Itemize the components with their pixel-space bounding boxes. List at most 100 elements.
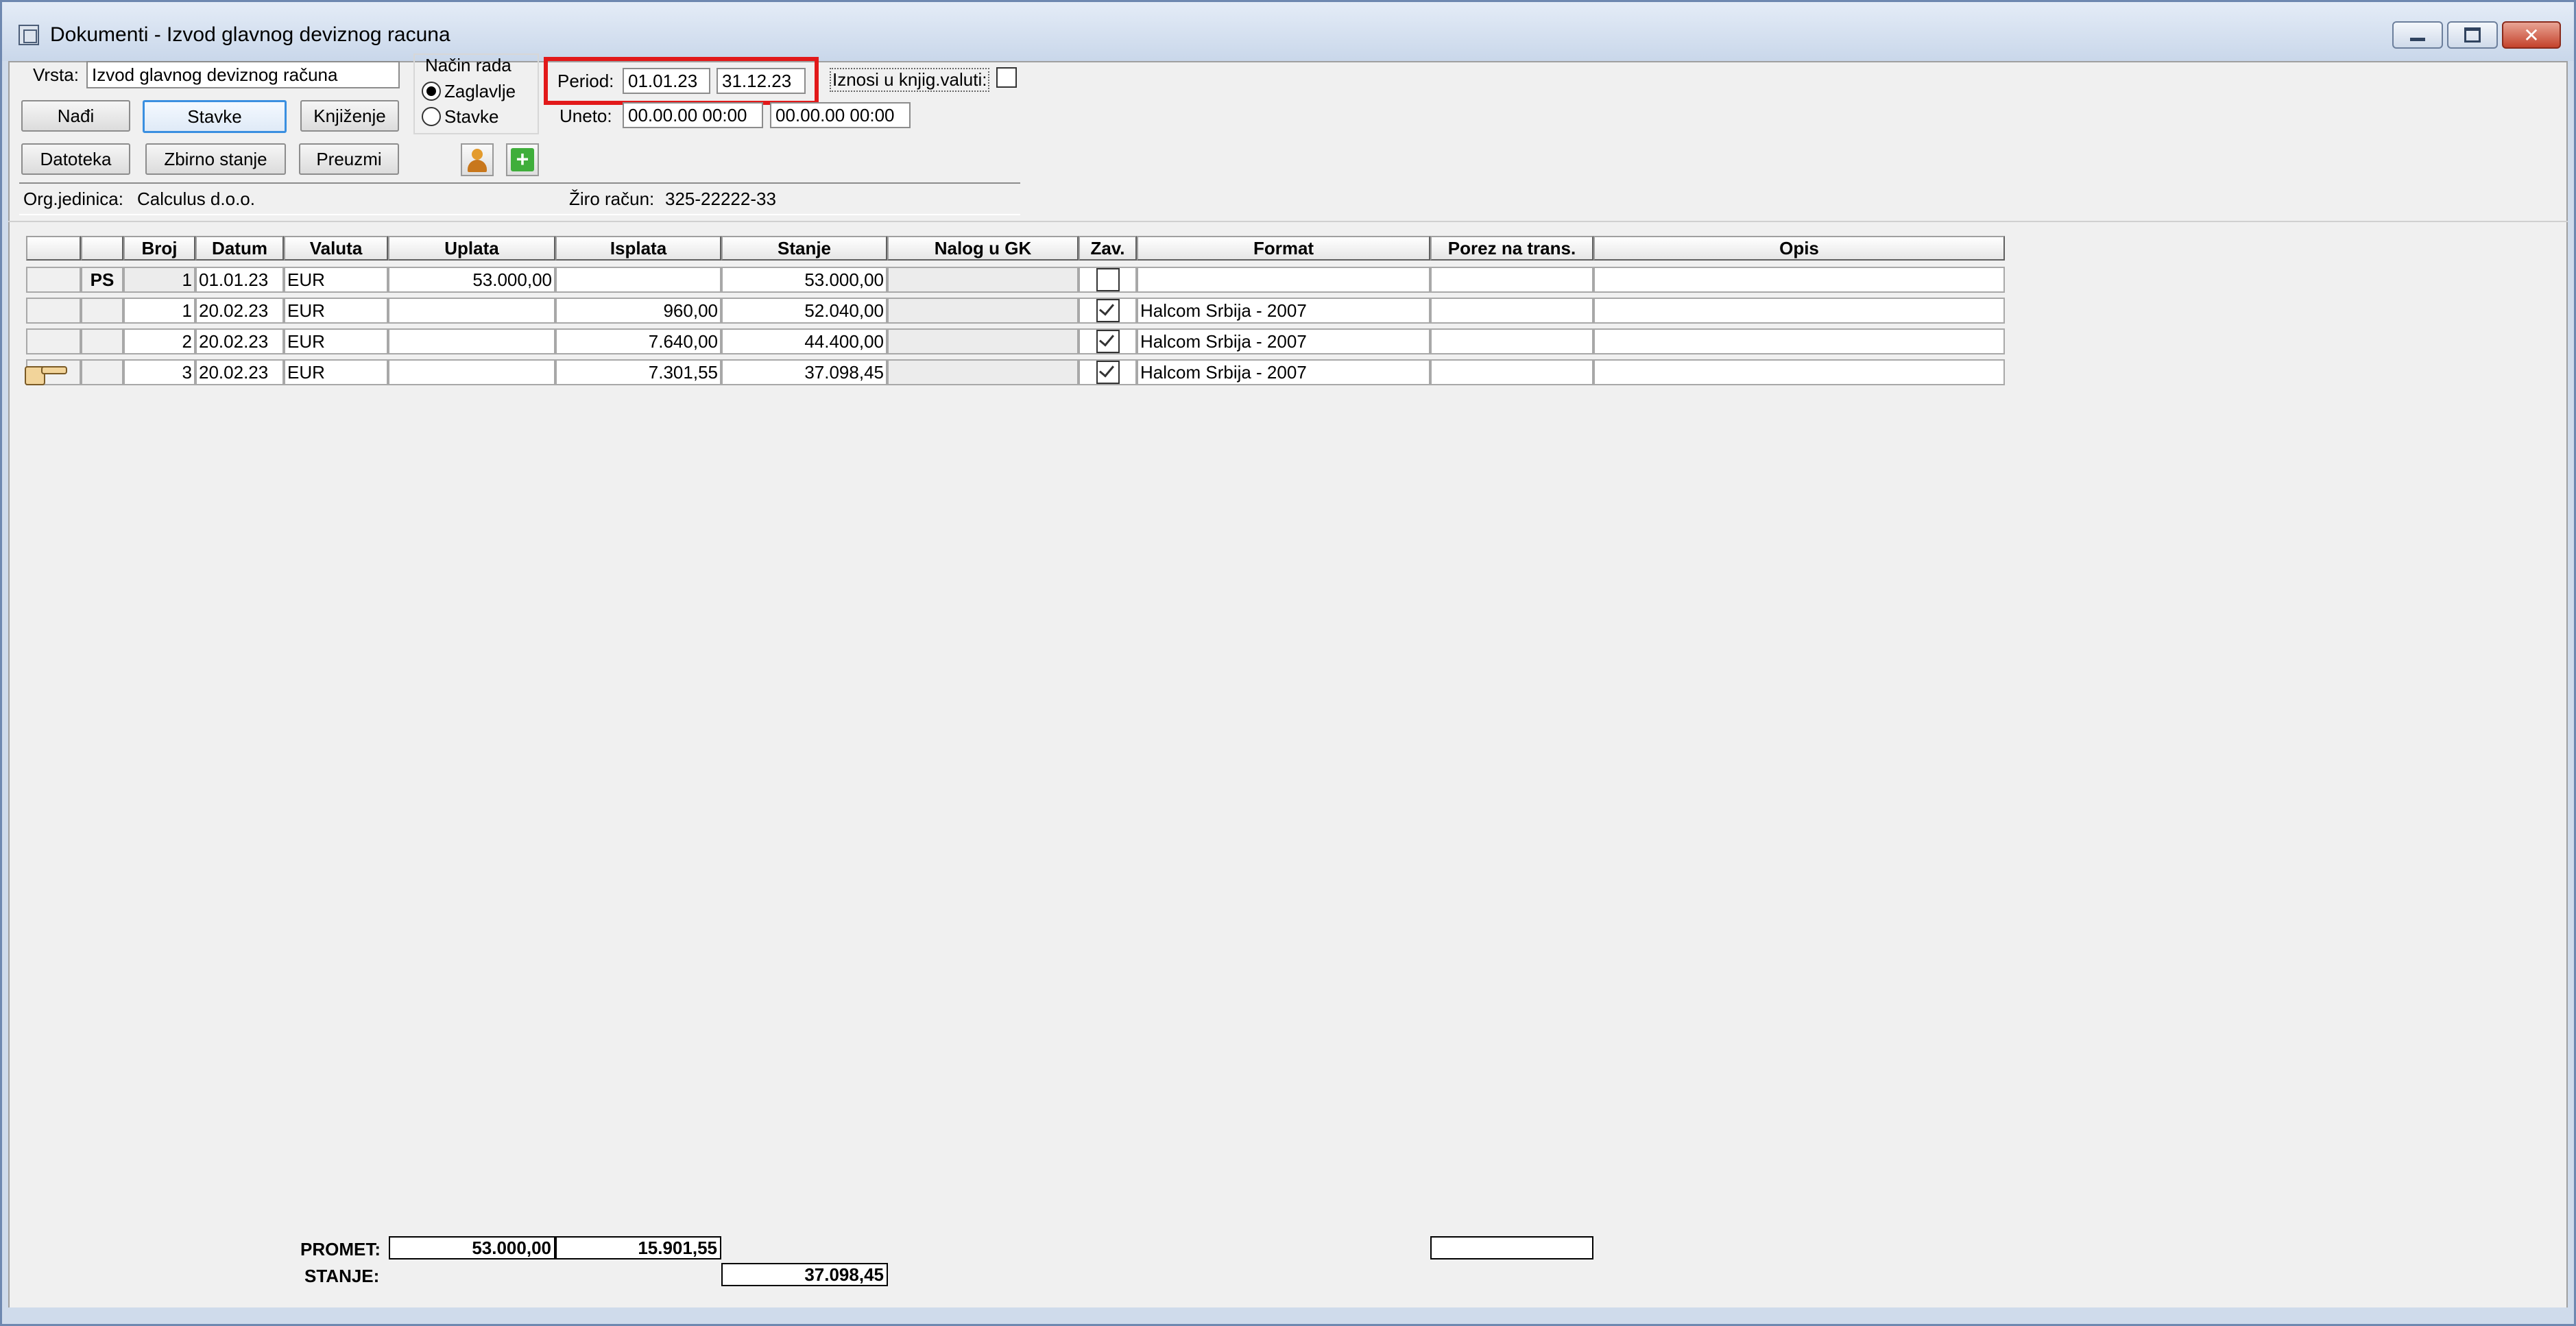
- cell-broj[interactable]: 2: [123, 328, 195, 354]
- row-marker: [81, 298, 123, 324]
- column-header-format[interactable]: Format: [1137, 236, 1430, 261]
- cell-datum[interactable]: 01.01.23: [195, 267, 284, 293]
- column-header-uplata[interactable]: Uplata: [388, 236, 555, 261]
- cell-opis[interactable]: [1593, 359, 2005, 385]
- cell-valuta[interactable]: EUR: [284, 328, 388, 354]
- cell-valuta[interactable]: EUR: [284, 298, 388, 324]
- cell-stanje[interactable]: 53.000,00: [721, 267, 887, 293]
- nadji-button[interactable]: Nađi: [21, 100, 130, 132]
- ziro-label: Žiro račun:: [569, 189, 655, 209]
- column-header-datum[interactable]: Datum: [195, 236, 284, 261]
- cell-valuta[interactable]: EUR: [284, 267, 388, 293]
- column-header-broj[interactable]: Broj: [123, 236, 195, 261]
- mode-items-radio[interactable]: [422, 107, 441, 126]
- cell-opis[interactable]: [1593, 328, 2005, 354]
- grid-marker-header: [81, 236, 123, 261]
- zav-checkbox[interactable]: [1096, 299, 1120, 322]
- zav-checkbox[interactable]: [1096, 361, 1120, 384]
- stanje-label: STANJE:: [304, 1266, 380, 1286]
- cell-broj[interactable]: 3: [123, 359, 195, 385]
- iznosi-checkbox[interactable]: [996, 67, 1017, 88]
- row-indicator[interactable]: [26, 298, 81, 324]
- cell-uplata[interactable]: [388, 298, 555, 324]
- mode-header-radio[interactable]: [422, 82, 441, 101]
- mode-items-label[interactable]: Stavke: [444, 106, 499, 128]
- person-info-icon[interactable]: [461, 143, 494, 176]
- zav-checkbox[interactable]: [1096, 330, 1120, 353]
- maximize-button[interactable]: [2447, 21, 2498, 49]
- window-icon[interactable]: [19, 25, 39, 45]
- promet-porez: [1430, 1236, 1593, 1259]
- cell-datum[interactable]: 20.02.23: [195, 298, 284, 324]
- uneto-to-field[interactable]: 00.00.00 00:00: [770, 102, 911, 128]
- cell-porez[interactable]: [1430, 298, 1593, 324]
- stavke-button[interactable]: Stavke: [143, 100, 287, 133]
- iznosi-label[interactable]: Iznosi u knjig.valuti:: [830, 68, 990, 92]
- vrsta-field[interactable]: Izvod glavnog deviznog računa: [86, 61, 400, 88]
- title-bar[interactable]: Dokumenti - Izvod glavnog deviznog racun…: [2, 2, 2574, 61]
- org-label: Org.jedinica:: [23, 189, 123, 209]
- cell-porez[interactable]: [1430, 359, 1593, 385]
- cell-zav[interactable]: [1079, 298, 1137, 324]
- knjizenje-button[interactable]: Knjiženje: [300, 100, 399, 132]
- cell-format[interactable]: [1137, 267, 1430, 293]
- column-header-porez[interactable]: Porez na trans.: [1430, 236, 1593, 261]
- ziro-value: 325-22222-33: [665, 189, 776, 209]
- cell-valuta[interactable]: EUR: [284, 359, 388, 385]
- column-header-isplata[interactable]: Isplata: [555, 236, 721, 261]
- column-header-zav[interactable]: Zav.: [1079, 236, 1137, 261]
- cell-stanje[interactable]: 44.400,00: [721, 328, 887, 354]
- stanje-value: 37.098,45: [721, 1263, 888, 1286]
- cell-isplata[interactable]: 7.301,55: [555, 359, 721, 385]
- uneto-from-field[interactable]: 00.00.00 00:00: [623, 102, 763, 128]
- cell-zav[interactable]: [1079, 359, 1137, 385]
- cell-isplata[interactable]: 7.640,00: [555, 328, 721, 354]
- cell-zav[interactable]: [1079, 328, 1137, 354]
- cell-format[interactable]: Halcom Srbija - 2007: [1137, 298, 1430, 324]
- cell-nalog[interactable]: [887, 328, 1079, 354]
- cell-zav[interactable]: [1079, 267, 1137, 293]
- cell-nalog[interactable]: [887, 267, 1079, 293]
- cell-opis[interactable]: [1593, 267, 2005, 293]
- cell-porez[interactable]: [1430, 328, 1593, 354]
- vrsta-label: Vrsta:: [33, 64, 79, 85]
- cell-isplata[interactable]: [555, 267, 721, 293]
- row-indicator[interactable]: [26, 267, 81, 293]
- preuzmi-button[interactable]: Preuzmi: [299, 143, 399, 175]
- cell-format[interactable]: Halcom Srbija - 2007: [1137, 328, 1430, 354]
- cell-datum[interactable]: 20.02.23: [195, 328, 284, 354]
- org-value: Calculus d.o.o.: [137, 189, 255, 209]
- close-button[interactable]: ✕: [2502, 21, 2561, 49]
- cell-format[interactable]: Halcom Srbija - 2007: [1137, 359, 1430, 385]
- current-row-hand-icon: [25, 361, 67, 385]
- cell-broj[interactable]: 1: [123, 267, 195, 293]
- cell-porez[interactable]: [1430, 267, 1593, 293]
- mode-header-label[interactable]: Zaglavlje: [444, 81, 516, 102]
- cell-datum[interactable]: 20.02.23: [195, 359, 284, 385]
- zav-checkbox[interactable]: [1096, 268, 1120, 291]
- cell-stanje[interactable]: 52.040,00: [721, 298, 887, 324]
- cell-nalog[interactable]: [887, 298, 1079, 324]
- column-header-stanje[interactable]: Stanje: [721, 236, 887, 261]
- cell-opis[interactable]: [1593, 298, 2005, 324]
- column-header-valuta[interactable]: Valuta: [284, 236, 388, 261]
- zbirno-stanje-button[interactable]: Zbirno stanje: [145, 143, 286, 175]
- promet-uplata: 53.000,00: [389, 1236, 555, 1259]
- cell-uplata[interactable]: [388, 359, 555, 385]
- cell-stanje[interactable]: 37.098,45: [721, 359, 887, 385]
- column-header-nalog[interactable]: Nalog u GK: [887, 236, 1079, 261]
- row-marker: PS: [81, 267, 123, 293]
- minimize-button[interactable]: [2392, 21, 2443, 49]
- datoteka-button[interactable]: Datoteka: [21, 143, 130, 175]
- period-highlight-box: [544, 57, 819, 105]
- column-header-opis[interactable]: Opis: [1593, 236, 2005, 261]
- nacin-rada-label: Način rada: [425, 55, 511, 75]
- cell-uplata[interactable]: [388, 328, 555, 354]
- add-icon[interactable]: [506, 143, 539, 176]
- cell-isplata[interactable]: 960,00: [555, 298, 721, 324]
- window-bottom-border: [2, 1307, 2574, 1324]
- cell-broj[interactable]: 1: [123, 298, 195, 324]
- cell-nalog[interactable]: [887, 359, 1079, 385]
- row-indicator[interactable]: [26, 328, 81, 354]
- cell-uplata[interactable]: 53.000,00: [388, 267, 555, 293]
